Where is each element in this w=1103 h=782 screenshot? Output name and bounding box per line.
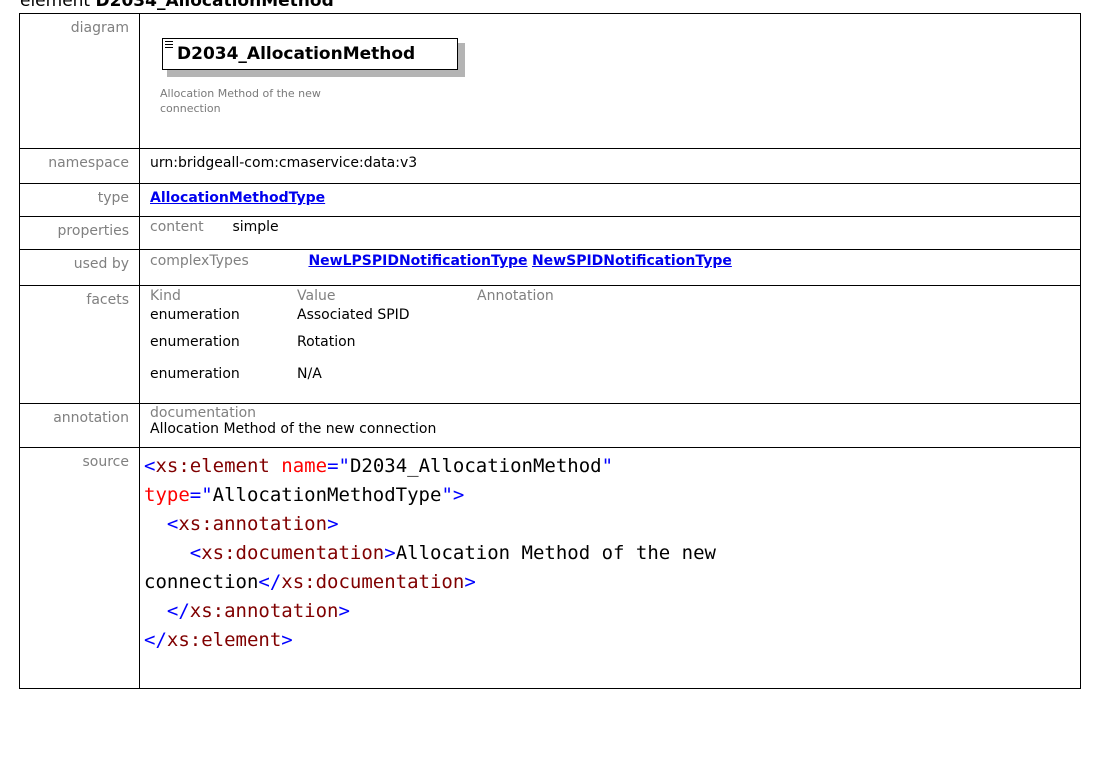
properties-cell: content simple [139, 216, 1081, 250]
source-label: source [19, 447, 140, 689]
annotation-key: documentation [150, 405, 257, 421]
properties-value: simple [232, 219, 279, 235]
properties-row: properties content simple [19, 216, 1081, 250]
used-by-cell: complexTypes NewLPSPIDNotificationType N… [139, 249, 1081, 286]
page-title-name: D2034_AllocationMethod [95, 0, 334, 11]
properties-key: content [150, 219, 204, 235]
facet-kind: enumeration [150, 366, 240, 382]
annotation-cell: documentation Allocation Method of the n… [139, 403, 1081, 448]
facet-value: Associated SPID [297, 307, 410, 323]
facet-kind: enumeration [150, 307, 240, 323]
used-by-link[interactable]: NewSPIDNotificationType [532, 253, 732, 269]
annotation-row: annotation documentation Allocation Meth… [19, 403, 1081, 448]
element-lines-icon [165, 41, 173, 50]
diagram-documentation: Allocation Method of the new connection [160, 87, 321, 115]
used-by-label: used by [19, 249, 140, 286]
source-cell: <xs:element name="D2034_AllocationMethod… [139, 447, 1081, 689]
facets-header: Kind Value Annotation [150, 288, 1072, 304]
facets-header-kind: Kind [150, 288, 181, 304]
facets-header-value: Value [297, 288, 336, 304]
facets-label: facets [19, 285, 140, 404]
facet-row: enumeration N/A [150, 358, 1072, 390]
type-link[interactable]: AllocationMethodType [150, 190, 325, 206]
annotation-text: Allocation Method of the new connection [150, 421, 437, 437]
page-title-prefix: element [20, 0, 91, 11]
used-by-link[interactable]: NewLPSPIDNotificationType [308, 253, 527, 269]
namespace-label: namespace [19, 148, 140, 184]
type-row: type AllocationMethodType [19, 183, 1081, 217]
used-by-category: complexTypes [150, 253, 249, 269]
namespace-value: urn:bridgeall-com:cmaservice:data:v3 [139, 148, 1081, 184]
facets-row: facets Kind Value Annotation enumeration… [19, 285, 1081, 404]
type-label: type [19, 183, 140, 217]
element-diagram[interactable]: D2034_AllocationMethod [162, 38, 465, 78]
facet-value: N/A [297, 366, 322, 382]
diagram-cell: D2034_AllocationMethod Allocation Method… [139, 13, 1081, 149]
diagram-box: D2034_AllocationMethod [162, 38, 458, 70]
diagram-element-name: D2034_AllocationMethod [177, 44, 416, 64]
facet-kind: enumeration [150, 334, 240, 350]
annotation-label: annotation [19, 403, 140, 448]
properties-label: properties [19, 216, 140, 250]
type-cell: AllocationMethodType [139, 183, 1081, 217]
facets-cell: Kind Value Annotation enumeration Associ… [139, 285, 1081, 404]
element-doc-table: diagram D2034_AllocationMethod Allocatio… [19, 13, 1081, 689]
facets-header-annotation: Annotation [477, 288, 554, 304]
facet-row: enumeration Rotation [150, 326, 1072, 358]
namespace-row: namespace urn:bridgeall-com:cmaservice:d… [19, 148, 1081, 184]
facet-row: enumeration Associated SPID [150, 304, 1072, 326]
facet-value: Rotation [297, 334, 356, 350]
diagram-label: diagram [19, 13, 140, 149]
used-by-row: used by complexTypes NewLPSPIDNotificati… [19, 249, 1081, 286]
source-row: source <xs:element name="D2034_Allocatio… [19, 447, 1081, 689]
page-title: element D2034_AllocationMethod [20, 0, 334, 11]
source-code: <xs:element name="D2034_AllocationMethod… [144, 455, 716, 651]
diagram-row: diagram D2034_AllocationMethod Allocatio… [19, 13, 1081, 149]
